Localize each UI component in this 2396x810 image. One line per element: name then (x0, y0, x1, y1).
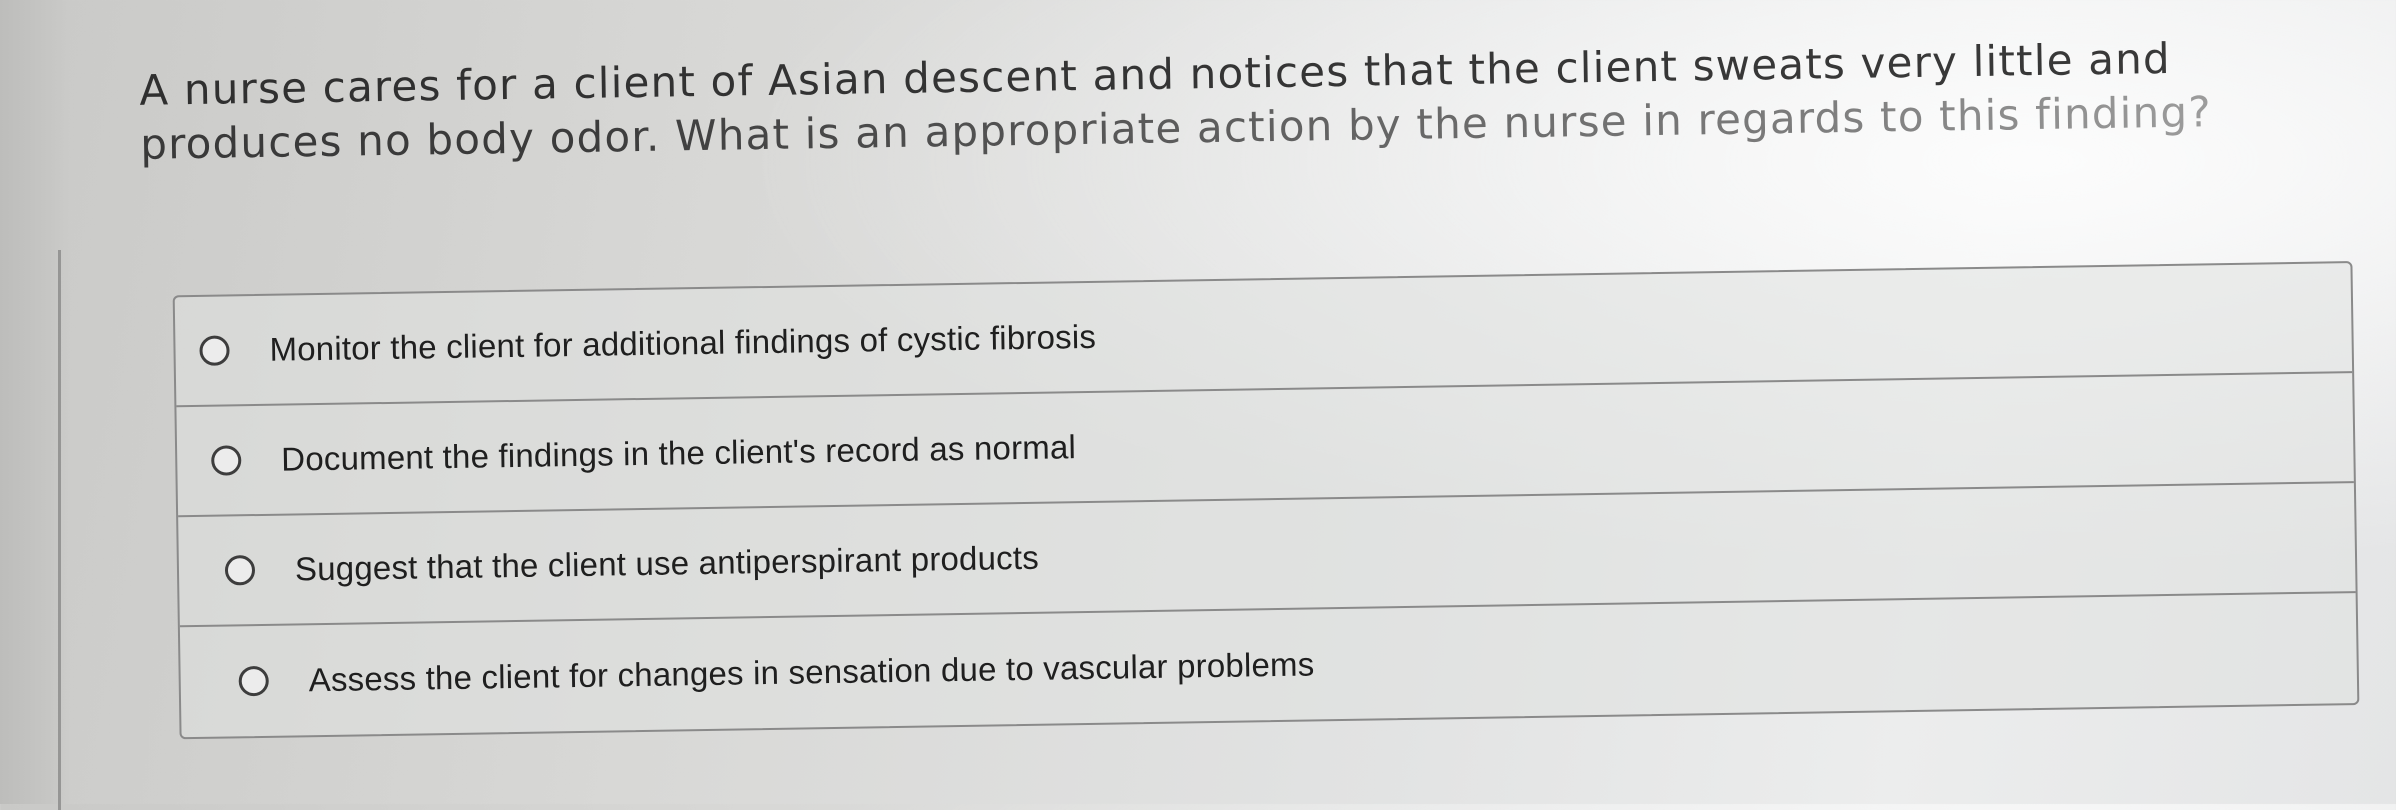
question-text: A nurse cares for a client of Asian desc… (139, 33, 2213, 169)
answer-option-label: Suggest that the client use antiperspira… (294, 538, 1040, 588)
answer-option-label: Monitor the client for additional findin… (269, 317, 1097, 368)
answer-option-label: Document the findings in the client's re… (280, 428, 1077, 478)
radio-button-icon[interactable] (224, 555, 256, 586)
answer-options: Monitor the client for additional findin… (172, 261, 2360, 740)
answer-option-label: Assess the client for changes in sensati… (308, 645, 1315, 699)
radio-button-icon[interactable] (199, 335, 230, 366)
question-prompt: A nurse cares for a client of Asian desc… (139, 30, 2320, 172)
quiz-page: A nurse cares for a client of Asian desc… (0, 0, 2396, 804)
radio-button-icon[interactable] (211, 445, 242, 476)
radio-button-icon[interactable] (238, 665, 269, 697)
